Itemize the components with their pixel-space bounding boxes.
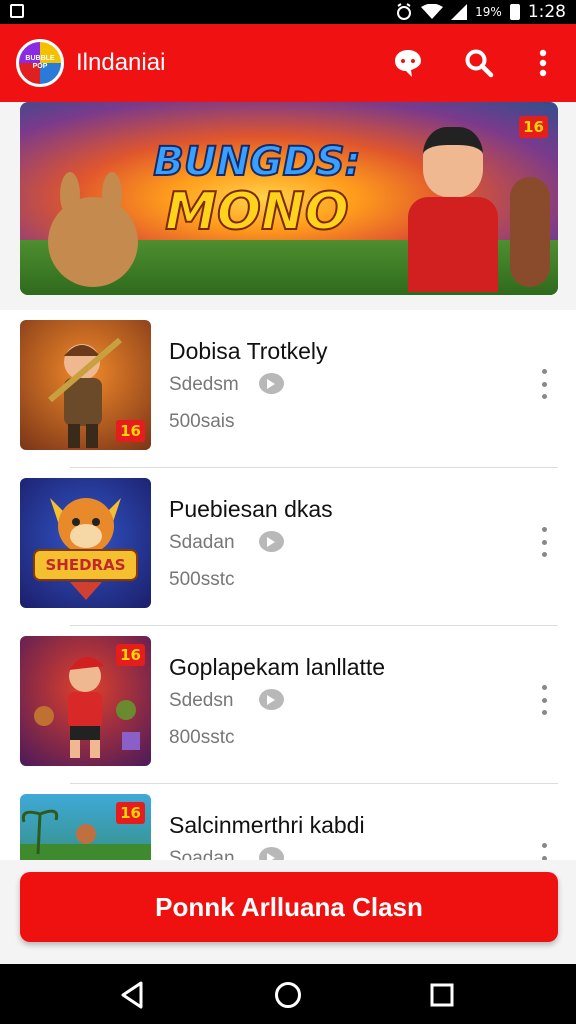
age-rating-badge: 16	[519, 116, 548, 138]
recents-button[interactable]	[425, 978, 459, 1012]
battery-icon	[509, 4, 520, 20]
play-icon	[259, 531, 284, 552]
game-title: Dobisa Trotkely	[169, 338, 328, 364]
clock: 1:28	[527, 2, 566, 22]
game-title: Goplapekam lanllatte	[169, 654, 386, 680]
game-thumbnail: SHEDRAS	[20, 478, 151, 608]
girl-character	[510, 177, 550, 287]
signal-icon	[451, 4, 468, 20]
battery-percent: 19%	[475, 5, 502, 19]
game-thumbnail: 16	[20, 636, 151, 766]
banner-title-line1: BUNGDS:	[152, 139, 361, 185]
game-download-count: 800sstc	[169, 727, 235, 748]
logo-text: BUBBLE POP	[25, 55, 55, 70]
back-icon	[121, 981, 143, 1009]
chat-icon	[395, 50, 421, 77]
search-icon	[465, 49, 494, 78]
more-vert-icon[interactable]	[534, 367, 554, 401]
play-icon	[259, 373, 284, 394]
list-item[interactable]: 16 Dobisa Trotkely Sdedsm 500sais	[0, 310, 576, 468]
home-icon	[275, 982, 301, 1008]
app-title: Ilndaniai	[76, 49, 166, 76]
featured-banner[interactable]: BUNGDS: MONO 16	[20, 102, 558, 295]
status-bar: 19% 1:28	[0, 0, 576, 24]
age-rating-badge: 16	[116, 802, 145, 824]
game-developer: Soadan	[169, 848, 235, 860]
banner-title: BUNGDS: MONO	[132, 139, 382, 242]
more-vert-icon	[539, 49, 547, 77]
hero-character	[408, 127, 498, 292]
thumbnail-label: SHEDRAS	[45, 556, 126, 574]
wifi-icon	[421, 4, 444, 19]
game-thumbnail: 16	[20, 320, 151, 450]
list-item[interactable]: 16 Salcinmerthri kabdi Soadan	[0, 784, 576, 860]
game-developer: Sdedsn	[169, 690, 234, 711]
hero-body	[408, 197, 498, 292]
search-button[interactable]	[461, 45, 497, 81]
cta-button[interactable]: Ponnk Arlluana Clasn	[20, 872, 558, 942]
list-item[interactable]: SHEDRAS Puebiesan dkas Sdadan 500sstc	[0, 468, 576, 626]
app-logo[interactable]: BUBBLE POP	[16, 39, 64, 87]
system-nav-bar	[0, 964, 576, 1024]
more-vert-icon[interactable]	[534, 525, 554, 559]
play-icon	[259, 689, 284, 710]
status-icons: 19% 1:28	[395, 0, 566, 24]
game-list: 16 Dobisa Trotkely Sdedsm 500sais SHEDRA…	[0, 310, 576, 860]
bunny-character	[48, 197, 138, 287]
alarm-icon	[397, 3, 412, 20]
game-developer: Sdadan	[169, 532, 235, 553]
notification-icon	[10, 4, 24, 18]
chat-button[interactable]	[390, 45, 426, 81]
recents-icon	[430, 983, 454, 1007]
game-thumbnail: 16	[20, 794, 151, 860]
game-download-count: 500sais	[169, 411, 235, 432]
hero-head	[423, 127, 483, 197]
list-item[interactable]: 16 Goplapekam lanllatte Sdedsn 800sstc	[0, 626, 576, 784]
home-button[interactable]	[271, 978, 305, 1012]
banner-title-line2: MONO	[164, 182, 350, 242]
more-vert-icon[interactable]	[534, 841, 554, 860]
age-rating-badge: 16	[116, 644, 145, 666]
more-options-button[interactable]	[525, 45, 561, 81]
game-developer: Sdedsm	[169, 374, 239, 395]
fox-mascot-illustration	[33, 498, 138, 600]
game-download-count: 500sstc	[169, 569, 235, 590]
game-title: Salcinmerthri kabdi	[169, 812, 365, 838]
more-vert-icon[interactable]	[534, 683, 554, 717]
app-bar: BUBBLE POP Ilndaniai	[0, 24, 576, 102]
back-button[interactable]	[116, 978, 150, 1012]
game-title: Puebiesan dkas	[169, 496, 333, 522]
play-icon	[259, 847, 284, 860]
age-rating-badge: 16	[116, 420, 145, 442]
